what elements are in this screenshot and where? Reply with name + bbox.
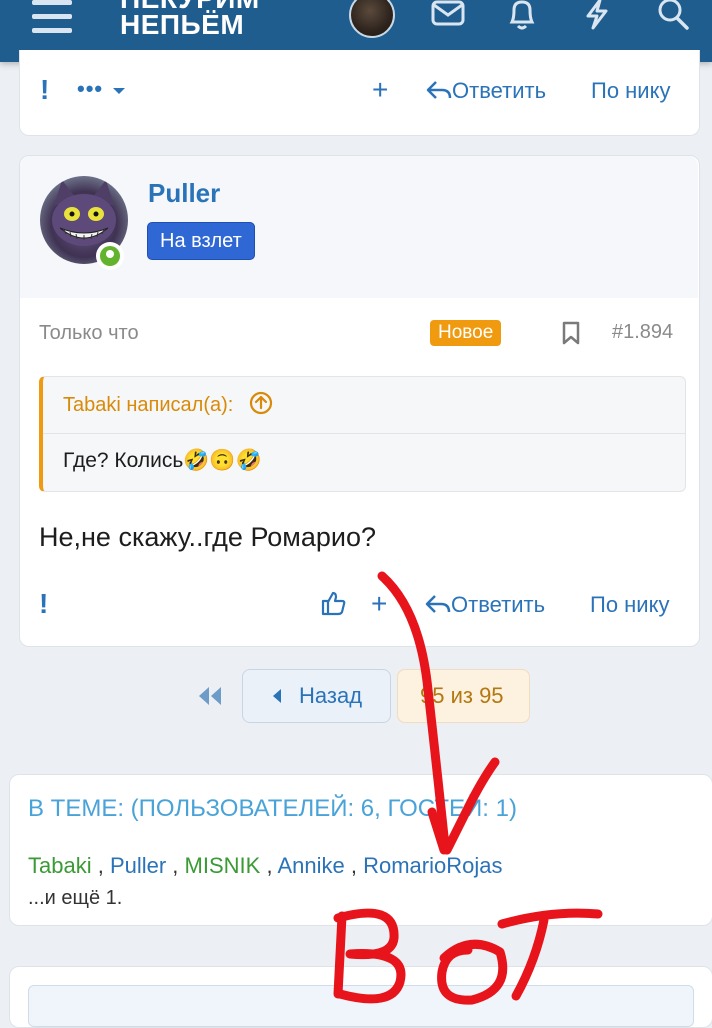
viewer-link[interactable]: Annike xyxy=(277,853,344,878)
reply-label: Ответить xyxy=(452,78,547,103)
thread-viewers-list: Tabaki , Puller , MISNIK , Annike , Roma… xyxy=(28,853,503,878)
viewer-link[interactable]: RomarioRojas xyxy=(363,853,502,878)
viewer-link[interactable]: Puller xyxy=(110,853,166,878)
plus-button[interactable]: + xyxy=(371,588,387,620)
search-icon[interactable] xyxy=(656,0,692,30)
viewer-link[interactable]: MISNIK xyxy=(185,853,261,878)
quote-header[interactable]: Tabaki написал(а): xyxy=(63,391,273,417)
chevron-left-icon xyxy=(273,689,281,703)
like-icon[interactable] xyxy=(320,590,346,616)
viewers-more[interactable]: ...и ещё 1. xyxy=(28,887,122,910)
reply-button[interactable]: Ответить xyxy=(425,592,545,618)
bookmark-icon[interactable] xyxy=(561,321,581,345)
page-indicator-label: 95 из 95 xyxy=(420,683,504,708)
post-number[interactable]: #1.894 xyxy=(612,321,673,344)
plus-button[interactable]: + xyxy=(372,74,388,106)
by-nick-button[interactable]: По нику xyxy=(591,78,670,104)
site-logo[interactable]: НЕКУРИМ НЕПЬЁМ xyxy=(120,0,260,40)
quote-text: Где? Колись🤣🙃🤣 xyxy=(63,449,262,472)
quote-author: Tabaki написал(а): xyxy=(63,394,234,416)
report-button[interactable]: ! xyxy=(39,588,48,620)
by-nick-button[interactable]: По нику xyxy=(590,592,669,618)
reply-icon xyxy=(425,595,451,613)
previous-post-card: ! ••• + Ответить По нику xyxy=(19,50,700,136)
more-options-button[interactable]: ••• xyxy=(77,76,126,102)
chevron-down-icon xyxy=(113,88,126,94)
avatar[interactable] xyxy=(349,0,395,38)
bell-icon[interactable] xyxy=(506,0,538,30)
user-title-badge: На взлет xyxy=(147,222,255,260)
reply-label: Ответить xyxy=(451,592,546,617)
reply-button[interactable]: Ответить xyxy=(426,78,546,104)
first-page-icon[interactable] xyxy=(196,684,224,708)
new-badge: Новое xyxy=(430,320,502,346)
report-button[interactable]: ! xyxy=(40,74,49,106)
back-label: Назад xyxy=(299,683,363,708)
viewer-link[interactable]: Tabaki xyxy=(28,853,92,878)
menu-icon[interactable] xyxy=(32,0,72,36)
post-actions: ! ••• + Ответить По нику xyxy=(20,74,699,114)
post-message: Не,не скажу..где Ромарио? xyxy=(39,522,376,552)
thread-viewers-box: В ТЕМЕ: (ПОЛЬЗОВАТЕЛЕЙ: 6, ГОСТЕЙ: 1) Ta… xyxy=(9,774,712,926)
quote-divider xyxy=(43,433,685,434)
lightning-icon[interactable] xyxy=(582,0,614,30)
post-actions: ! + Ответить По нику xyxy=(19,588,698,630)
post-username[interactable]: Puller xyxy=(148,178,220,209)
more-dots-icon: ••• xyxy=(77,76,104,101)
arrow-up-circle-icon[interactable] xyxy=(249,391,273,415)
quote-block: Tabaki написал(а): Где? Колись🤣🙃🤣 xyxy=(39,376,686,492)
post-time[interactable]: Только что xyxy=(39,322,139,345)
back-button[interactable]: Назад xyxy=(242,669,391,723)
thread-viewers-title: В ТЕМЕ: (ПОЛЬЗОВАТЕЛЕЙ: 6, ГОСТЕЙ: 1) xyxy=(28,795,517,822)
reply-icon xyxy=(426,81,452,99)
page-indicator[interactable]: 95 из 95 xyxy=(397,669,530,723)
online-status-dot xyxy=(96,242,124,270)
reply-box-card xyxy=(9,966,712,1028)
reply-editor-toolbar[interactable] xyxy=(28,985,694,1027)
mail-icon[interactable] xyxy=(430,0,466,30)
logo-line2: НЕПЬЁМ xyxy=(120,9,245,40)
